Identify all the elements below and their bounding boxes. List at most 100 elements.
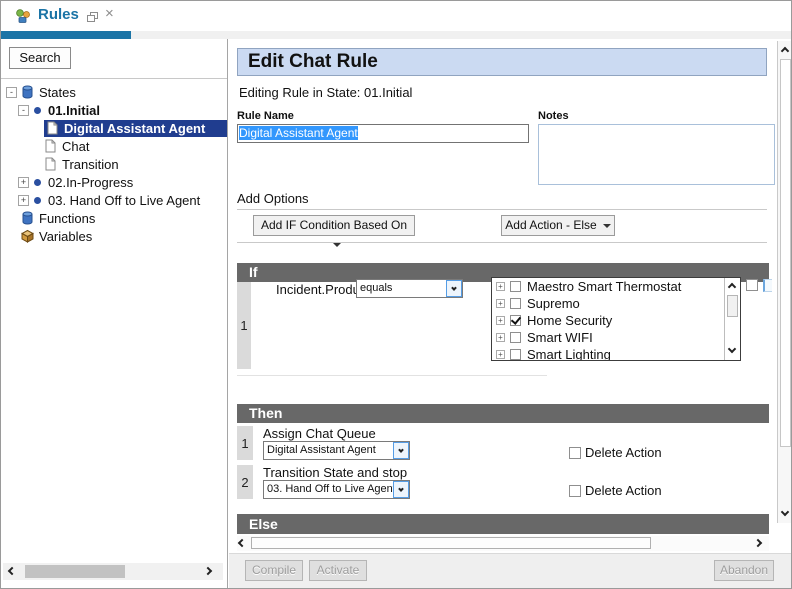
tree-item-01-initial[interactable]: - 01.Initial — [1, 101, 227, 119]
database-icon — [21, 85, 34, 99]
scroll-up-icon[interactable] — [728, 283, 736, 291]
action-label: Transition State and stop — [263, 465, 407, 480]
tree-item-variables[interactable]: Variables — [1, 227, 227, 245]
scroll-up-icon[interactable] — [781, 47, 789, 55]
tree-item-transition[interactable]: Transition — [1, 155, 227, 173]
active-tab-underline — [1, 31, 131, 39]
divider — [237, 209, 767, 210]
product-option[interactable]: + Supremo — [492, 295, 740, 312]
delete-action-checkbox[interactable] — [569, 447, 581, 459]
product-multiselect[interactable]: + Maestro Smart Thermostat + Supremo + H… — [491, 277, 741, 361]
page-icon — [46, 121, 59, 135]
tree-item-digital-assistant-agent[interactable]: Digital Assistant Agent — [1, 119, 227, 137]
delete-action-row2: Delete Action — [569, 483, 662, 498]
if-row-number: 1 — [237, 282, 251, 369]
state-bullet — [34, 107, 41, 114]
scroll-right-icon[interactable] — [204, 567, 212, 575]
collapse-icon[interactable]: - — [18, 105, 29, 116]
product-checkbox[interactable] — [510, 349, 521, 360]
rules-icon — [15, 8, 31, 24]
page-title: Edit Chat Rule — [237, 48, 767, 76]
database-icon — [21, 211, 34, 225]
else-section-header: Else — [237, 514, 769, 534]
notes-textarea[interactable] — [538, 124, 775, 185]
scroll-down-icon[interactable] — [781, 508, 789, 516]
then-section-header: Then — [237, 404, 769, 423]
product-checkbox[interactable] — [510, 332, 521, 343]
chevron-down-icon[interactable] — [446, 280, 462, 297]
main-horizontal-scrollbar[interactable] — [237, 536, 769, 551]
product-checkbox-checked[interactable] — [510, 315, 521, 326]
scrollbar-thumb[interactable] — [251, 537, 651, 549]
add-action-else-button[interactable]: Add Action - Else — [501, 215, 615, 236]
chevron-down-icon[interactable] — [393, 481, 409, 498]
scroll-down-icon[interactable] — [728, 345, 736, 353]
product-checkbox[interactable] — [510, 281, 521, 292]
activate-button[interactable]: Activate — [309, 560, 367, 581]
rule-name-input[interactable]: Digital Assistant Agent — [237, 124, 529, 143]
list-vertical-scrollbar[interactable] — [724, 278, 740, 360]
edit-rule-panel: Edit Chat Rule Editing Rule in State: 01… — [229, 39, 792, 589]
scrollbar-thumb[interactable] — [25, 565, 125, 578]
rules-tree: - States - 01.Initial Digital Assistant … — [1, 83, 227, 245]
scrollbar-thumb[interactable] — [727, 295, 738, 317]
divider — [237, 375, 547, 376]
main-vertical-scrollbar[interactable] — [777, 41, 792, 523]
expand-icon[interactable]: + — [496, 299, 505, 308]
selected-highlight: Digital Assistant Agent — [44, 120, 227, 137]
scroll-right-icon[interactable] — [754, 539, 762, 547]
add-if-condition-button[interactable]: Add IF Condition Based On — [253, 215, 415, 236]
rule-name-label: Rule Name — [237, 110, 294, 122]
compile-button[interactable]: Compile — [245, 560, 303, 581]
abandon-button[interactable]: Abandon — [714, 560, 774, 581]
expand-icon[interactable]: + — [18, 177, 29, 188]
expand-icon[interactable]: + — [496, 282, 505, 291]
expand-icon[interactable]: + — [496, 350, 505, 359]
product-option[interactable]: + Home Security — [492, 312, 740, 329]
expand-icon[interactable]: + — [496, 316, 505, 325]
clipped-control — [763, 279, 772, 292]
tab-rules[interactable]: Rules — [38, 6, 79, 23]
tree-item-functions[interactable]: Functions — [1, 209, 227, 227]
dropdown-caret-icon — [603, 224, 611, 228]
divider — [237, 242, 767, 243]
tree-item-02-in-progress[interactable]: + 02.In-Progress — [1, 173, 227, 191]
product-option[interactable]: + Smart Lighting — [492, 346, 740, 361]
close-tab-icon[interactable]: × — [105, 5, 114, 23]
sidebar: Search - States - 01.Initial Digital Ass… — [1, 39, 228, 589]
scroll-left-icon[interactable] — [8, 567, 16, 575]
delete-action-checkbox[interactable] — [569, 485, 581, 497]
tree-item-03-hand-off[interactable]: + 03. Hand Off to Live Agent — [1, 191, 227, 209]
transition-state-select[interactable]: 03. Hand Off to Live Agent — [263, 480, 410, 499]
notes-label: Notes — [538, 110, 569, 122]
expand-icon[interactable]: + — [496, 333, 505, 342]
product-checkbox[interactable] — [510, 298, 521, 309]
footer-bar: Compile Activate Abandon — [229, 553, 792, 589]
sidebar-horizontal-scrollbar[interactable] — [3, 563, 223, 580]
expand-icon[interactable]: + — [18, 195, 29, 206]
product-option[interactable]: + Smart WIFI — [492, 329, 740, 346]
delete-action-row1: Delete Action — [569, 445, 662, 460]
collapse-icon[interactable]: - — [6, 87, 17, 98]
tree-item-states[interactable]: - States — [1, 83, 227, 101]
chat-queue-select[interactable]: Digital Assistant Agent — [263, 441, 410, 460]
scroll-left-icon[interactable] — [238, 539, 246, 547]
undock-tab-icon[interactable] — [87, 12, 99, 23]
tree-item-chat[interactable]: Chat — [1, 137, 227, 155]
page-icon — [44, 139, 57, 153]
editing-state-text: Editing Rule in State: 01.Initial — [239, 85, 412, 100]
cube-icon — [21, 229, 34, 243]
product-option[interactable]: + Maestro Smart Thermostat — [492, 278, 740, 295]
dropdown-caret-icon — [333, 243, 341, 247]
state-bullet — [34, 179, 41, 186]
search-button[interactable]: Search — [9, 47, 71, 69]
page-icon — [44, 157, 57, 171]
delete-condition-checkbox[interactable] — [746, 279, 758, 291]
scrollbar-thumb[interactable] — [780, 59, 791, 447]
tab-bar: Rules × — [1, 1, 791, 31]
selected-text: Digital Assistant Agent — [239, 126, 358, 140]
operator-select[interactable]: equals — [356, 279, 463, 298]
action-label: Assign Chat Queue — [263, 426, 376, 441]
sidebar-divider — [1, 78, 227, 79]
chevron-down-icon[interactable] — [393, 442, 409, 459]
